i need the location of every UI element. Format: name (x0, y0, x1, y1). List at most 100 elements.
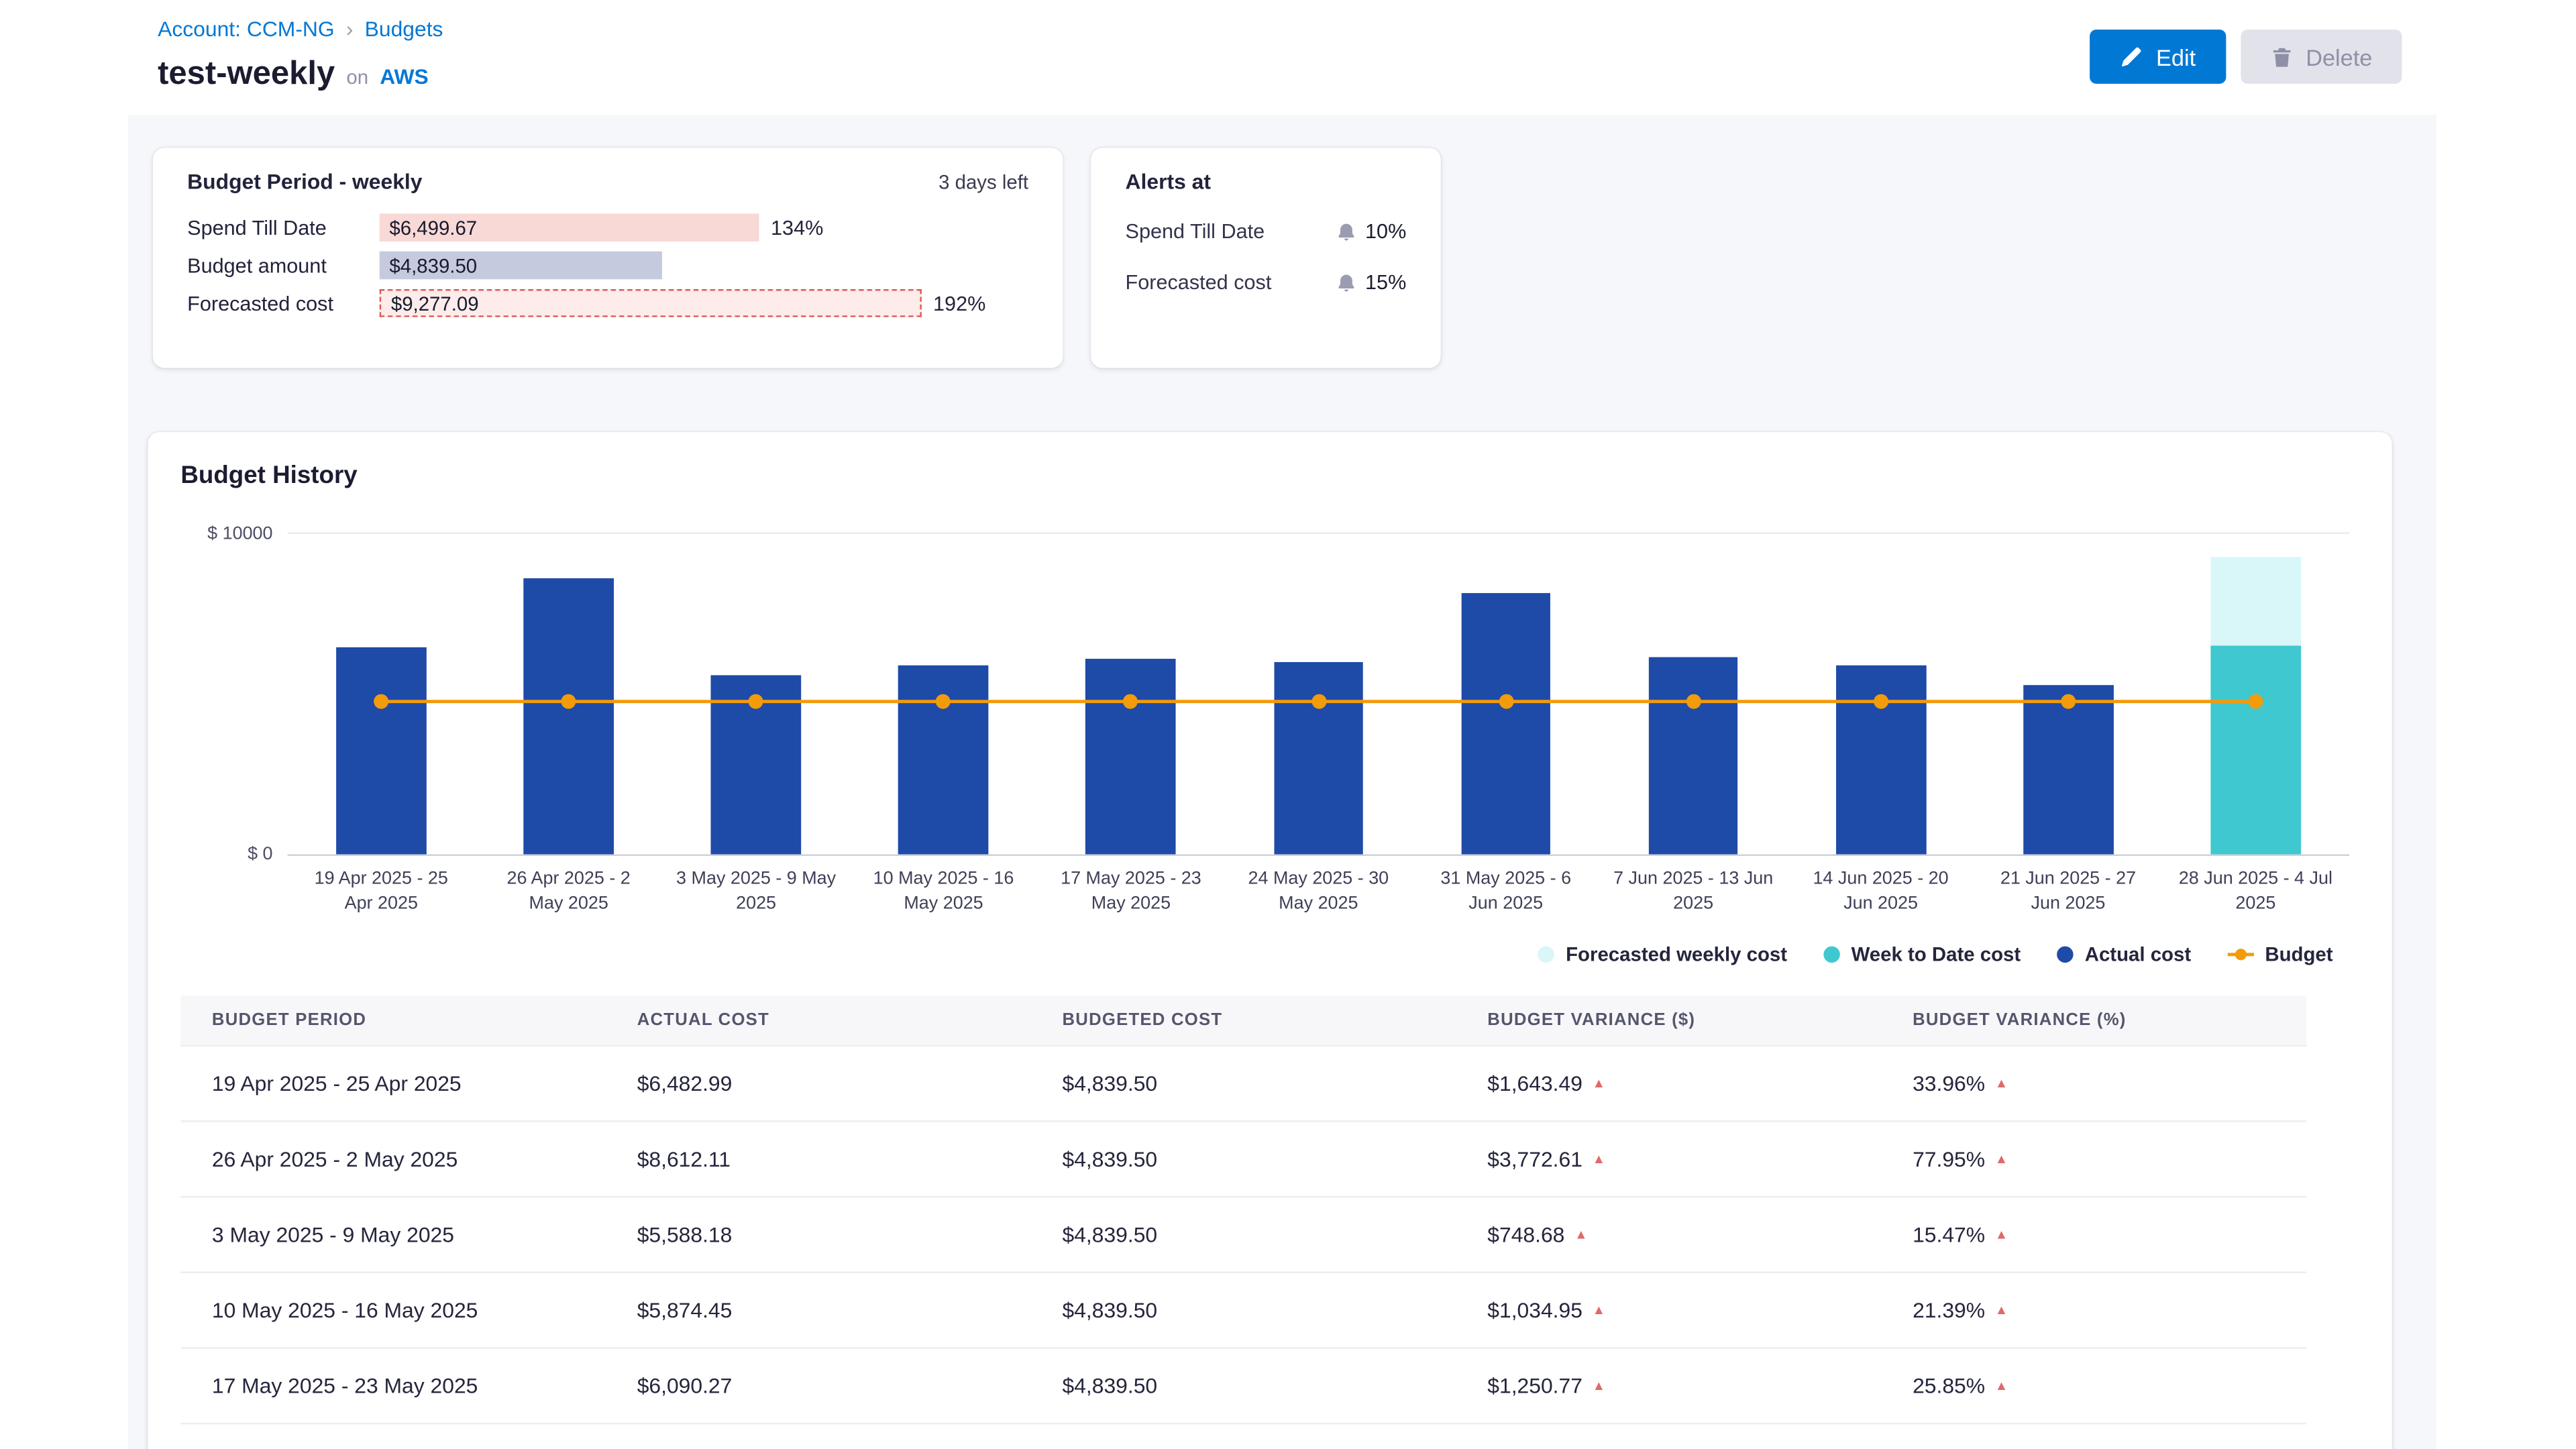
breadcrumb-account-link[interactable]: Account: CCM-NG (158, 16, 335, 41)
delete-button-label: Delete (2306, 44, 2372, 70)
chart-bar-segment (2210, 557, 2300, 646)
x-axis-label: 3 May 2025 - 9 May 2025 (662, 867, 849, 916)
x-axis-label: 10 May 2025 - 16 May 2025 (850, 867, 1037, 916)
up-triangle-icon: ▲ (1574, 1227, 1587, 1242)
cell-budget-period: 26 Apr 2025 - 2 May 2025 (180, 1121, 606, 1197)
up-triangle-icon: ▲ (1995, 1302, 2008, 1317)
table-row: 17 May 2025 - 23 May 2025$6,090.27$4,839… (180, 1348, 2306, 1424)
chart-slot[interactable] (1787, 534, 1974, 855)
cell-budget-period: 10 May 2025 - 16 May 2025 (180, 1272, 606, 1348)
x-axis-label: 14 Jun 2025 - 20 Jun 2025 (1787, 867, 1974, 916)
budget-point (1499, 694, 1513, 708)
x-axis-labels: 19 Apr 2025 - 25 Apr 202526 Apr 2025 - 2… (288, 867, 2349, 916)
variance-value: 77.95% (1913, 1146, 1985, 1171)
legend-label: Budget (2265, 943, 2332, 965)
edit-button-label: Edit (2156, 44, 2196, 70)
chart-bar-segment (2023, 685, 2113, 854)
trash-icon (2269, 45, 2292, 68)
chart-slot[interactable] (2162, 534, 2349, 855)
budget-period-card: Budget Period - weekly 3 days left Spend… (153, 148, 1063, 368)
chart-bar-segment (1648, 657, 1738, 855)
summary-cards-row: Budget Period - weekly 3 days left Spend… (153, 148, 2436, 368)
chart-slot[interactable] (288, 534, 475, 855)
x-axis-label: 26 Apr 2025 - 2 May 2025 (475, 867, 662, 916)
cell-budgeted-cost: $4,839.50 (1031, 1196, 1456, 1272)
header-actions: Edit Delete (2090, 30, 2402, 84)
cell-budgeted-cost: $4,839.50 (1031, 1121, 1456, 1197)
x-axis-label: 21 Jun 2025 - 27 Jun 2025 (1974, 867, 2161, 916)
up-triangle-icon: ▲ (1593, 1302, 1605, 1317)
legend-item-actual-cost[interactable]: Actual cost (2057, 943, 2191, 965)
budget-row-value: $6,499.67 (389, 216, 477, 239)
budget-line-marker-icon (2227, 953, 2253, 956)
up-triangle-icon: ▲ (1593, 1151, 1605, 1166)
x-axis-label: 19 Apr 2025 - 25 Apr 2025 (288, 867, 475, 916)
up-triangle-icon: ▲ (1995, 1378, 2008, 1393)
bell-icon (1336, 221, 1357, 242)
on-label: on (346, 66, 368, 89)
x-axis-label: 24 May 2025 - 30 May 2025 (1225, 867, 1412, 916)
budget-period-rows: Spend Till Date$6,499.67134% Budget amoun… (187, 209, 1028, 322)
page-title: test-weekly (158, 56, 335, 93)
chart-slot[interactable] (850, 534, 1037, 855)
cell-budget-variance-usd: $748.68▲ (1456, 1196, 1882, 1272)
legend-item-budget[interactable]: Budget (2227, 943, 2333, 965)
cell-budget-variance-pct: 21.39%▲ (1882, 1272, 2307, 1348)
cell-budget-period: 17 May 2025 - 23 May 2025 (180, 1348, 606, 1424)
budget-row-label: Spend Till Date (187, 216, 380, 239)
chevron-right-icon: › (346, 16, 354, 41)
budget-row-bar-track: $4,839.50 (380, 252, 1028, 280)
chart-legend: Forecasted weekly cost Week to Date cost A… (148, 943, 2332, 965)
up-triangle-icon: ▲ (1995, 1151, 2008, 1166)
cell-budget-variance-pct: 33.96%▲ (1882, 1045, 2307, 1121)
chart-slot[interactable] (1412, 534, 1599, 855)
budget-row-bar-track: $6,499.67134% (380, 213, 1028, 241)
chart-slot[interactable] (475, 534, 662, 855)
cell-budget-variance-usd: $1,250.77▲ (1456, 1348, 1882, 1424)
up-triangle-icon: ▲ (1995, 1227, 2008, 1242)
table-header-actual-cost: ACTUAL COST (606, 995, 1031, 1045)
budget-row-value: $9,277.09 (391, 292, 479, 315)
variance-value: 33.96% (1913, 1071, 1985, 1095)
chart-bar-segment (524, 578, 614, 854)
budget-point (749, 694, 763, 708)
cell-budgeted-cost: $4,839.50 (1031, 1045, 1456, 1121)
budget-row-label: Forecasted cost (187, 292, 380, 315)
budget-point (1686, 694, 1701, 708)
variance-value: $1,643.49 (1487, 1071, 1582, 1095)
budget-point (374, 694, 388, 708)
chart-slot[interactable] (1599, 534, 1786, 855)
variance-value: 15.47% (1913, 1222, 1985, 1246)
chart-slot[interactable] (1974, 534, 2161, 855)
chart-slot[interactable] (1037, 534, 1224, 855)
budget-row: Budget amount$4,839.50 (187, 246, 1028, 284)
x-axis-label: 31 May 2025 - 6 Jun 2025 (1412, 867, 1599, 916)
chart-slot[interactable] (1225, 534, 1412, 855)
budget-row-bar-track: $9,277.09192% (380, 289, 1028, 317)
delete-button[interactable]: Delete (2240, 30, 2402, 84)
table-row: 3 May 2025 - 9 May 2025$5,588.18$4,839.5… (180, 1196, 2306, 1272)
variance-value: 25.85% (1913, 1373, 1985, 1398)
budget-point (1124, 694, 1138, 708)
legend-item-week-to-date-cost[interactable]: Week to Date cost (1823, 943, 2021, 965)
chart-slot[interactable] (662, 534, 849, 855)
breadcrumb-budgets-link[interactable]: Budgets (365, 16, 443, 41)
budget-point (1311, 694, 1326, 708)
variance-value: $1,034.95 (1487, 1297, 1582, 1322)
x-axis-label: 28 Jun 2025 - 4 Jul 2025 (2162, 867, 2349, 916)
legend-label: Forecasted weekly cost (1566, 943, 1787, 965)
alerts-card: Alerts at Spend Till Date10%Forecasted c… (1091, 148, 1441, 368)
cell-actual-cost: $5,874.45 (606, 1272, 1031, 1348)
budget-row: Forecasted cost$9,277.09192% (187, 284, 1028, 322)
budget-row-bar: $9,277.09 (380, 289, 922, 317)
legend-marker-icon (1538, 946, 1554, 962)
chart-slots (288, 534, 2349, 855)
budget-point (2248, 694, 2263, 708)
legend-item-forecasted-weekly-cost[interactable]: Forecasted weekly cost (1538, 943, 1787, 965)
budget-history-table: BUDGET PERIODACTUAL COSTBUDGETED COSTBUD… (180, 995, 2306, 1424)
variance-value: $1,250.77 (1487, 1373, 1582, 1398)
edit-button[interactable]: Edit (2090, 30, 2225, 84)
chart-bar-segment (2210, 646, 2300, 854)
alerts-card-title: Alerts at (1126, 169, 1407, 194)
legend-label: Week to Date cost (1851, 943, 2021, 965)
